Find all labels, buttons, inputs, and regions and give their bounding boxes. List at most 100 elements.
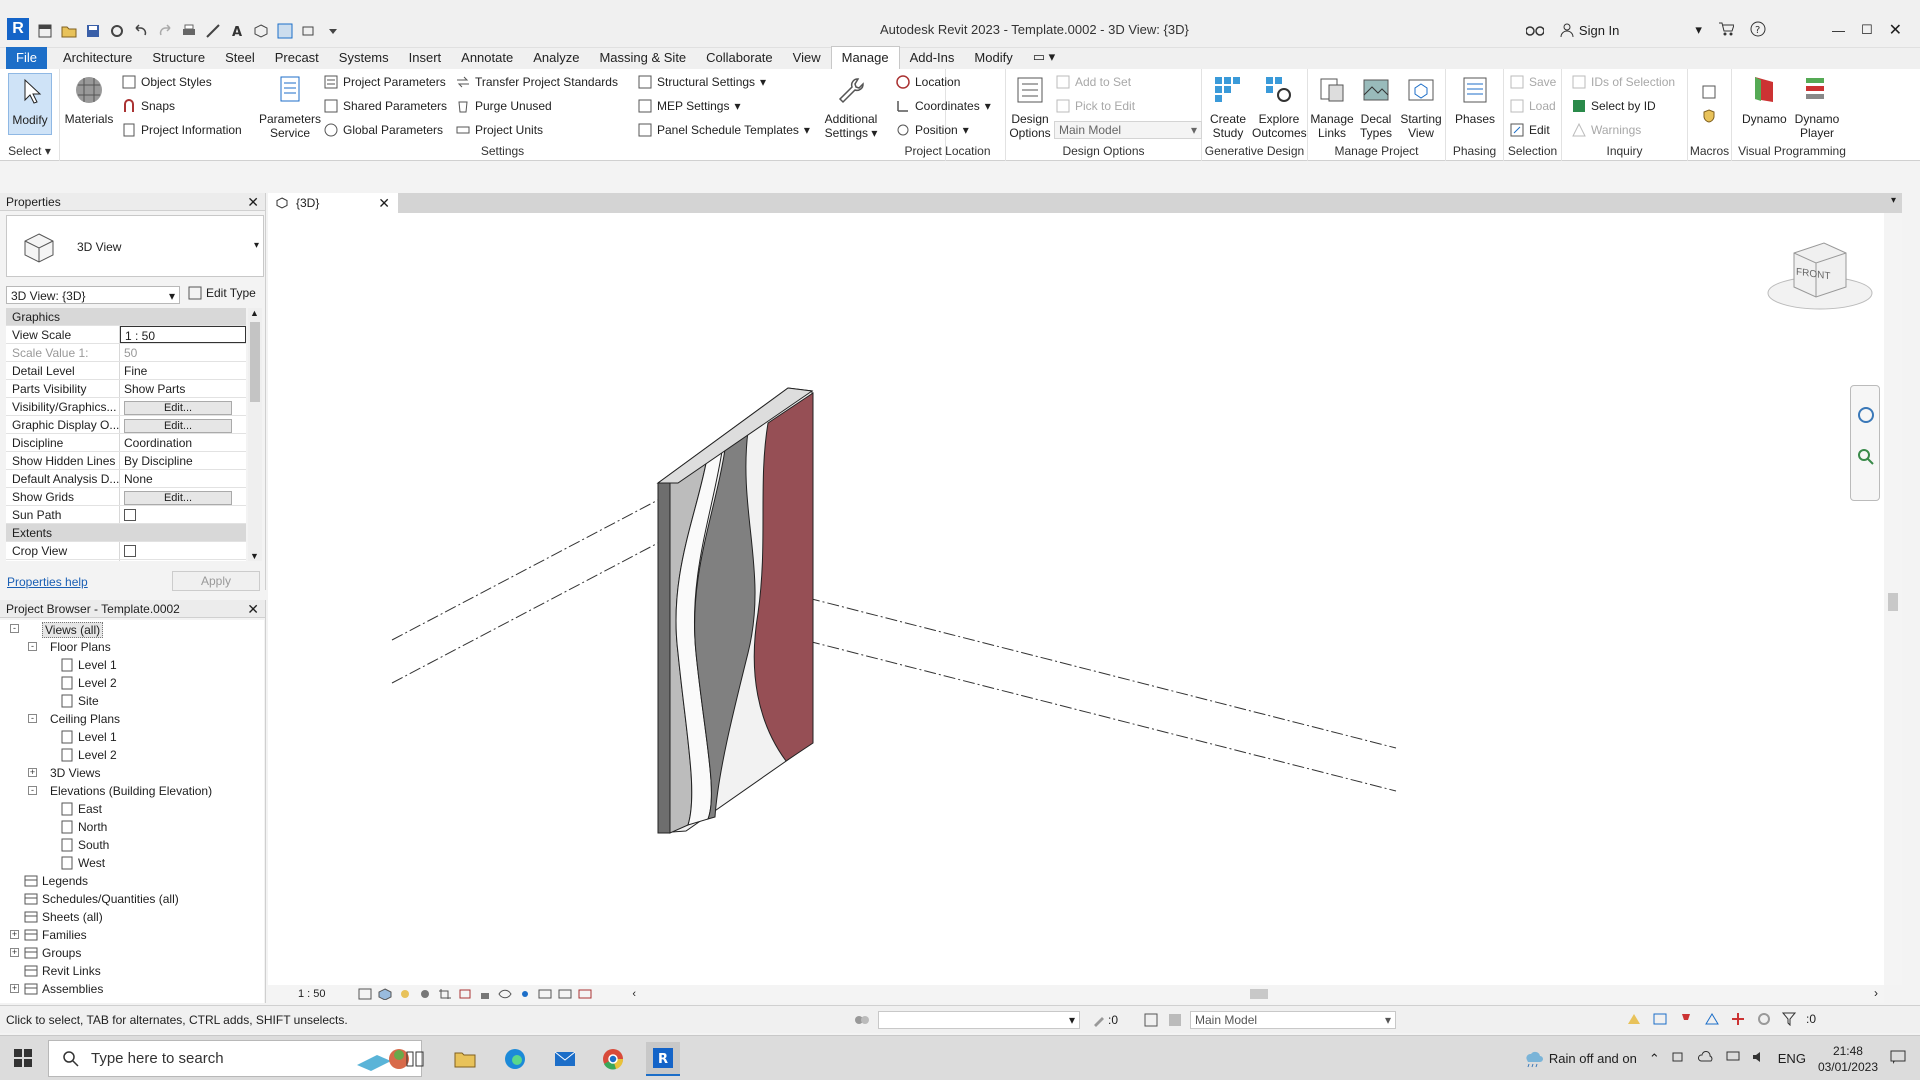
- design-option-status-dropdown[interactable]: Main Model ▾: [1190, 1011, 1396, 1029]
- close-button[interactable]: ✕: [1889, 20, 1902, 40]
- browser-node[interactable]: Level 2: [0, 746, 264, 764]
- panel-title-select[interactable]: Select ▾: [0, 144, 59, 158]
- shadows-icon[interactable]: [418, 988, 432, 1000]
- macro-security-button[interactable]: [1702, 109, 1716, 123]
- view-cube[interactable]: FRONT: [1760, 223, 1880, 323]
- crop-view-icon[interactable]: [438, 988, 452, 1000]
- design-options-button[interactable]: Design Options: [1008, 73, 1052, 140]
- object-styles-button[interactable]: Object Styles: [122, 75, 212, 89]
- property-value[interactable]: Edit...: [120, 488, 246, 505]
- volume-icon[interactable]: [1752, 1051, 1766, 1066]
- type-selector[interactable]: 3D View ▾: [6, 215, 264, 277]
- 3d-view-icon[interactable]: [252, 22, 270, 40]
- mail-icon[interactable]: [548, 1042, 582, 1076]
- property-value[interactable]: 50: [120, 344, 246, 361]
- steering-wheel-icon[interactable]: [1857, 406, 1875, 424]
- browser-node[interactable]: - Floor Plans: [0, 638, 264, 656]
- binoculars-icon[interactable]: [1525, 22, 1545, 39]
- snaps-button[interactable]: Snaps: [122, 99, 175, 113]
- reveal-hidden-icon[interactable]: [518, 988, 532, 1000]
- tab-modify[interactable]: Modify: [964, 47, 1022, 69]
- visual-style-icon[interactable]: [378, 988, 392, 1001]
- 3d-view-canvas[interactable]: FRONT: [268, 213, 1884, 985]
- close-icon[interactable]: ✕: [247, 601, 259, 618]
- browser-node[interactable]: + Families: [0, 926, 264, 944]
- undo-icon[interactable]: [132, 22, 150, 40]
- section-label[interactable]: Graphics: [6, 308, 246, 325]
- clock[interactable]: 21:48 03/01/2023: [1818, 1043, 1878, 1075]
- tab-steel[interactable]: Steel: [215, 47, 265, 69]
- tab-structure[interactable]: Structure: [142, 47, 215, 69]
- mep-settings-button[interactable]: MEP Settings ▾: [638, 99, 741, 113]
- browser-node[interactable]: Site: [0, 692, 264, 710]
- tab-architecture[interactable]: Architecture: [53, 47, 142, 69]
- browser-node[interactable]: Legends: [0, 872, 264, 890]
- project-units-button[interactable]: Project Units: [456, 123, 543, 137]
- expand-toggle-icon[interactable]: +: [10, 948, 19, 957]
- editable-only-icon[interactable]: [1092, 1013, 1106, 1030]
- scroll-left-icon[interactable]: ‹: [632, 988, 640, 1000]
- apply-button[interactable]: Apply: [172, 571, 260, 591]
- browser-node[interactable]: Level 1: [0, 728, 264, 746]
- help-icon[interactable]: ?: [1750, 21, 1766, 40]
- show-crop-icon[interactable]: [458, 988, 472, 1000]
- browser-node[interactable]: Sheets (all): [0, 908, 264, 926]
- edit-button[interactable]: Edit...: [124, 491, 232, 505]
- design-options-status-icon[interactable]: [1144, 1013, 1158, 1030]
- property-value[interactable]: Coordination: [120, 434, 246, 451]
- reveal-constraints-icon[interactable]: [578, 988, 592, 1000]
- edit-button[interactable]: Edit...: [124, 401, 232, 415]
- weather-widget[interactable]: Rain off and on: [1523, 1050, 1637, 1068]
- add-to-set-button[interactable]: Add to Set: [1056, 75, 1131, 89]
- select-pinned-icon[interactable]: [1678, 1012, 1694, 1026]
- chevron-up-icon[interactable]: ⌃: [1649, 1051, 1660, 1067]
- switch-windows-icon[interactable]: [300, 22, 318, 40]
- maximize-button[interactable]: ☐: [1861, 22, 1873, 38]
- property-value[interactable]: Edit...: [120, 398, 246, 415]
- vertical-scrollbar[interactable]: [1884, 213, 1902, 985]
- tab-analyze[interactable]: Analyze: [523, 47, 589, 69]
- browser-node[interactable]: Revit Links: [0, 962, 264, 980]
- additional-settings-button[interactable]: Additional Settings ▾: [816, 73, 886, 140]
- drag-elements-icon[interactable]: [1730, 1012, 1746, 1026]
- tab-list-icon[interactable]: ▾: [1891, 195, 1896, 206]
- checkbox[interactable]: [124, 545, 136, 557]
- tab-add-ins[interactable]: Add-Ins: [900, 47, 965, 69]
- browser-node[interactable]: + Assemblies: [0, 980, 264, 998]
- project-information-button[interactable]: Project Information: [122, 123, 242, 137]
- select-links-icon[interactable]: [1626, 1012, 1642, 1026]
- text-icon[interactable]: A: [228, 22, 246, 40]
- select-by-face-icon[interactable]: [1704, 1012, 1720, 1026]
- minimize-button[interactable]: —: [1832, 23, 1845, 38]
- chevron-down-icon[interactable]: ▾: [254, 240, 259, 251]
- browser-node[interactable]: Schedules/Quantities (all): [0, 890, 264, 908]
- tab-massing-site[interactable]: Massing & Site: [589, 47, 696, 69]
- browser-node[interactable]: Level 1: [0, 656, 264, 674]
- load-selection-button[interactable]: Load: [1510, 99, 1556, 113]
- global-parameters-button[interactable]: Global Parameters: [324, 123, 443, 137]
- exclude-options-icon[interactable]: [1168, 1013, 1182, 1030]
- onedrive-icon[interactable]: [1697, 1051, 1714, 1066]
- tab-precast[interactable]: Precast: [265, 47, 329, 69]
- warnings-button[interactable]: Warnings: [1572, 123, 1641, 137]
- coordinates-button[interactable]: Coordinates ▾: [896, 99, 991, 113]
- property-value[interactable]: Show Parts: [120, 380, 246, 397]
- tab-insert[interactable]: Insert: [399, 47, 452, 69]
- starting-view-button[interactable]: Starting View: [1398, 73, 1444, 140]
- location-button[interactable]: Location: [896, 75, 960, 89]
- taskbar-search-input[interactable]: Type here to search: [48, 1040, 422, 1077]
- filter-icon[interactable]: [1782, 1012, 1796, 1026]
- browser-node[interactable]: + Groups: [0, 944, 264, 962]
- expand-toggle-icon[interactable]: -: [10, 624, 19, 633]
- view-scale[interactable]: 1 : 50: [298, 988, 326, 1000]
- measure-icon[interactable]: [204, 22, 222, 40]
- contextual-tab-menu[interactable]: ▭ ▾: [1023, 46, 1065, 69]
- property-value[interactable]: [120, 506, 246, 523]
- workset-dropdown[interactable]: ▾: [878, 1011, 1080, 1029]
- checkbox[interactable]: [124, 509, 136, 521]
- pick-to-edit-button[interactable]: Pick to Edit: [1056, 99, 1135, 113]
- tab-file[interactable]: File: [6, 47, 47, 69]
- property-value[interactable]: [120, 542, 246, 559]
- property-value[interactable]: None: [120, 470, 246, 487]
- redo-icon[interactable]: [156, 22, 174, 40]
